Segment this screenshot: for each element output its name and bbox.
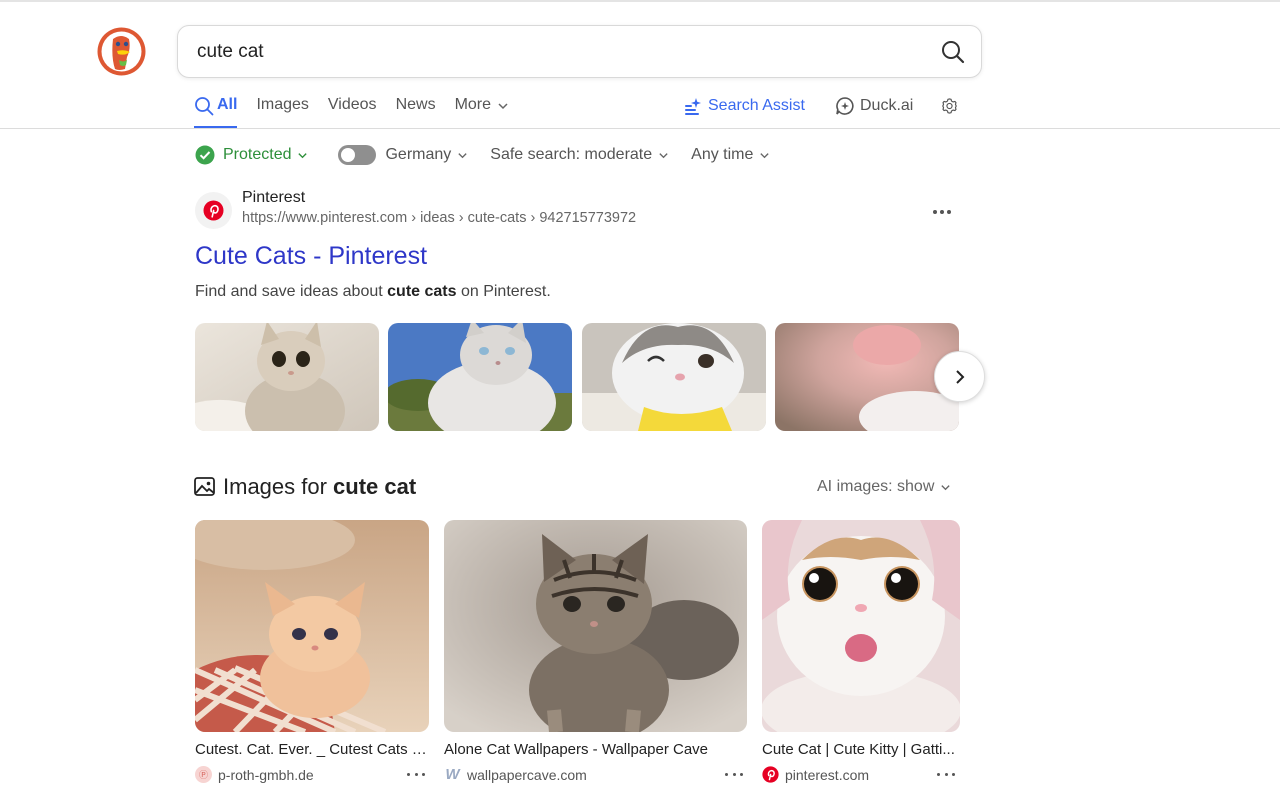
chevron-down-icon bbox=[760, 152, 770, 158]
search-input[interactable] bbox=[197, 26, 917, 77]
search-icon bbox=[195, 97, 214, 116]
image-result-1[interactable] bbox=[195, 520, 429, 732]
image-result-2[interactable] bbox=[444, 520, 747, 732]
filter-bar: Protected Germany Safe search: moderate … bbox=[195, 143, 792, 167]
pinterest-favicon bbox=[762, 766, 779, 783]
duck-ai-label: Duck.ai bbox=[860, 97, 914, 114]
result-more-options-button[interactable] bbox=[930, 202, 954, 222]
duckduckgo-logo[interactable] bbox=[97, 27, 146, 76]
pinterest-favicon bbox=[195, 192, 232, 229]
tab-images[interactable]: Images bbox=[256, 92, 308, 128]
gear-icon bbox=[942, 98, 957, 114]
region-label: Germany bbox=[385, 146, 452, 163]
safe-search-dropdown[interactable]: Safe search: moderate bbox=[490, 146, 669, 164]
time-filter-dropdown[interactable]: Any time bbox=[691, 146, 770, 164]
image-more-options-button[interactable] bbox=[937, 773, 955, 779]
tab-label: News bbox=[395, 96, 436, 113]
ai-images-label: AI images: show bbox=[817, 478, 935, 495]
result-source-name: Pinterest bbox=[242, 189, 306, 206]
snippet-text: on Pinterest. bbox=[456, 283, 551, 300]
search-assist-button[interactable]: Search Assist bbox=[683, 95, 805, 117]
image-source[interactable]: pinterest.com bbox=[762, 766, 869, 783]
pinterest-icon bbox=[762, 766, 779, 783]
image-icon bbox=[194, 477, 215, 496]
result-title-link[interactable]: Cute Cats - Pinterest bbox=[195, 242, 427, 271]
tab-news[interactable]: News bbox=[396, 92, 436, 128]
tab-all[interactable]: All bbox=[194, 92, 238, 128]
image-result-3[interactable] bbox=[762, 520, 960, 732]
image-caption[interactable]: Cutest. Cat. Ever. _ Cutest Cats - ... bbox=[195, 741, 431, 758]
search-tabs: All Images Videos News More bbox=[194, 92, 528, 128]
chevron-down-icon bbox=[458, 152, 467, 158]
settings-button[interactable] bbox=[941, 95, 963, 117]
search-assist-label: Search Assist bbox=[708, 97, 805, 114]
privacy-protection-dropdown[interactable]: Protected bbox=[195, 145, 308, 165]
images-section-title: Images for cute cat bbox=[223, 474, 416, 500]
region-filter[interactable]: Germany bbox=[338, 145, 468, 165]
ai-images-dropdown[interactable]: AI images: show bbox=[817, 478, 951, 496]
snippet-highlight: cute cats bbox=[387, 283, 457, 300]
tab-more[interactable]: More bbox=[455, 92, 509, 128]
image-more-options-button[interactable] bbox=[407, 773, 425, 779]
toggle-knob bbox=[341, 148, 356, 162]
chevron-down-icon bbox=[659, 152, 668, 158]
result-thumbnail-4[interactable] bbox=[775, 323, 959, 431]
title-query: cute cat bbox=[333, 474, 417, 499]
chevron-down-icon bbox=[298, 152, 308, 158]
safe-search-label: Safe search: moderate bbox=[490, 146, 653, 163]
image-source-label: p-roth-gmbh.de bbox=[218, 766, 314, 783]
image-source[interactable]: W wallpapercave.com bbox=[444, 766, 587, 783]
time-filter-label: Any time bbox=[691, 146, 754, 163]
title-text: Images for bbox=[223, 474, 334, 499]
tab-label: More bbox=[454, 96, 492, 113]
search-button[interactable] bbox=[939, 38, 967, 66]
chevron-right-icon bbox=[955, 369, 964, 384]
search-box bbox=[177, 25, 982, 78]
thumbnails-next-button[interactable] bbox=[934, 351, 985, 402]
tab-label: Images bbox=[256, 96, 309, 113]
result-thumbnail-3[interactable] bbox=[582, 323, 766, 431]
snippet-text: Find and save ideas about bbox=[195, 283, 388, 300]
header-divider bbox=[0, 128, 1280, 129]
result-url[interactable]: https://www.pinterest.com › ideas › cute… bbox=[242, 210, 636, 226]
region-toggle[interactable] bbox=[338, 145, 377, 165]
tab-label: All bbox=[217, 96, 238, 113]
tab-videos[interactable]: Videos bbox=[328, 92, 377, 128]
sparkle-icon bbox=[685, 98, 701, 115]
result-thumbnail-1[interactable] bbox=[195, 323, 379, 431]
chat-sparkle-icon bbox=[836, 97, 854, 115]
image-source-label: wallpapercave.com bbox=[467, 766, 587, 783]
image-source-label: pinterest.com bbox=[785, 766, 870, 783]
p-roth-favicon: Ⓟ bbox=[195, 766, 212, 783]
image-caption[interactable]: Cute Cat | Cute Kitty | Gatti... bbox=[762, 741, 962, 758]
top-border bbox=[0, 0, 1280, 2]
chevron-down-icon bbox=[941, 484, 951, 490]
image-source[interactable]: Ⓟ p-roth-gmbh.de bbox=[195, 766, 314, 783]
result-thumbnail-2[interactable] bbox=[388, 323, 572, 431]
image-more-options-button[interactable] bbox=[725, 773, 743, 779]
tab-label: Videos bbox=[327, 96, 377, 113]
duck-ai-button[interactable]: Duck.ai bbox=[835, 95, 913, 117]
wallpapercave-favicon: W bbox=[444, 766, 461, 783]
protected-label: Protected bbox=[223, 146, 292, 163]
image-caption[interactable]: Alone Cat Wallpapers - Wallpaper Cave bbox=[444, 741, 749, 758]
pinterest-icon bbox=[203, 200, 224, 221]
chevron-down-icon bbox=[498, 103, 508, 110]
check-circle-icon bbox=[195, 145, 215, 165]
result-snippet: Find and save ideas about cute cats on P… bbox=[195, 283, 551, 301]
search-icon bbox=[942, 41, 965, 64]
